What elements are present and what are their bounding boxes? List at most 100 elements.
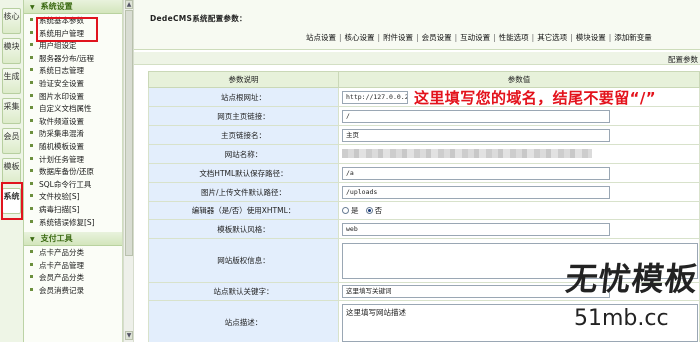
pay-menu-list: 点卡产品分类 点卡产品管理 会员产品分类会员消费记录	[24, 246, 122, 297]
config-tab[interactable]: 站点设置	[306, 33, 336, 42]
menu-item[interactable]: 点卡产品管理	[28, 260, 122, 273]
html-path-input[interactable]: /a	[342, 166, 610, 180]
config-tab[interactable]: 添加新变量	[614, 33, 652, 42]
upload-path-label: 图片/上传文件默认路径：	[148, 182, 339, 202]
description-label: 站点描述：	[148, 300, 339, 342]
bullet-icon	[28, 167, 36, 175]
editor-yes-label: 是	[351, 206, 359, 215]
menu-item[interactable]: 会员产品分类	[28, 272, 122, 285]
index-link-input[interactable]: /	[342, 109, 610, 123]
menu-scrollbar[interactable]: ▲ ▼	[123, 0, 134, 342]
config-tab[interactable]: 核心设置	[345, 33, 375, 42]
config-tab[interactable]: 性能选项	[499, 33, 529, 42]
scroll-thumb[interactable]	[125, 10, 133, 256]
upload-path-input[interactable]: /uploads	[342, 185, 610, 199]
vtab-generate[interactable]: 生成	[2, 68, 21, 94]
menu-item[interactable]: 会员消费记录	[28, 285, 122, 298]
powerby-label: 网站版权信息：	[148, 238, 339, 283]
config-tab[interactable]: 附件设置	[383, 33, 413, 42]
menu-item[interactable]: 计划任务管理	[28, 154, 122, 167]
site-name-blurred-value[interactable]	[342, 149, 592, 158]
highlight-box-system-tab	[1, 182, 23, 220]
menu-item-label: 会员产品分类	[39, 273, 84, 283]
config-label: 配置参数	[668, 55, 698, 64]
red-annotation-text: 这里填写您的域名，结尾不要留“/”	[414, 89, 656, 107]
editor-no-radio[interactable]	[365, 206, 373, 214]
base-url-input[interactable]: http://127.0.0.2	[342, 90, 408, 104]
scroll-down-icon[interactable]: ▼	[125, 331, 133, 340]
menu-item-label: 系统日志管理	[39, 66, 84, 76]
table-row: 编辑器（是/否）使用XHTML： 是 否	[148, 201, 700, 220]
bullet-icon	[28, 66, 36, 74]
column-header-param: 参数说明	[148, 71, 339, 88]
vtab-core[interactable]: 核心	[2, 8, 21, 34]
scroll-up-icon[interactable]: ▲	[125, 0, 133, 9]
menu-item[interactable]: 软件频道设置	[28, 116, 122, 129]
index-name-label: 主页链接名：	[148, 125, 339, 145]
menu-section-pay[interactable]: ▼ 支付工具	[24, 232, 122, 247]
left-menu: ▼ 系统设置 系统基本参数 系统用户管理 用户组设定 服务器分布/远程 系统日志管理 验证安…	[24, 0, 123, 342]
bullet-icon	[28, 41, 36, 49]
menu-item[interactable]: 点卡产品分类	[28, 247, 122, 260]
watermark-url: 51mb.cc	[574, 306, 669, 331]
highlight-box-basic-params	[36, 17, 98, 42]
tab-separator: |	[416, 33, 419, 42]
vtab-module[interactable]: 模块	[2, 38, 21, 64]
menu-item-label: 图片水印设置	[39, 91, 84, 101]
editor-no-label: 否	[374, 206, 383, 215]
vtab-member[interactable]: 会员	[2, 128, 21, 154]
bullet-icon	[28, 205, 36, 213]
watermark-logo: 无忧模板	[563, 260, 700, 298]
menu-item-label: 病毒扫描[S]	[39, 204, 80, 214]
style-input[interactable]: web	[342, 222, 610, 236]
menu-item-label: 验证安全设置	[39, 78, 84, 88]
bullet-icon	[28, 104, 36, 112]
bullet-icon	[28, 155, 36, 163]
menu-section-system[interactable]: ▼ 系统设置	[24, 0, 122, 14]
bullet-icon	[28, 261, 36, 269]
column-header-value: 参数值	[338, 71, 700, 88]
config-tab[interactable]: 其它选项	[537, 33, 567, 42]
bullet-icon	[28, 117, 36, 125]
bullet-icon	[28, 29, 36, 37]
page-title: DedeCMS系统配置参数：	[150, 14, 247, 23]
table-row: 网页主页链接： /	[148, 106, 700, 126]
menu-item[interactable]: 系统错误修复[S]	[28, 217, 122, 230]
tab-separator: |	[493, 33, 496, 42]
menu-item[interactable]: 随机模板设置	[28, 141, 122, 154]
config-tab[interactable]: 互动设置	[460, 33, 490, 42]
menu-item-label: SQL命令行工具	[39, 179, 92, 189]
config-tab[interactable]: 会员设置	[422, 33, 452, 42]
tab-separator: |	[570, 33, 573, 42]
menu-item[interactable]: 系统日志管理	[28, 65, 122, 78]
menu-item[interactable]: 服务器分布/远程	[28, 53, 122, 66]
vtab-template[interactable]: 模板	[2, 158, 21, 184]
keywords-label: 站点默认关键字：	[148, 282, 339, 301]
site-name-label: 网站名称：	[148, 144, 339, 164]
menu-item[interactable]: 图片水印设置	[28, 91, 122, 104]
index-name-input[interactable]: 主页	[342, 128, 610, 142]
menu-item[interactable]: 病毒扫描[S]	[28, 204, 122, 217]
menu-item[interactable]: SQL命令行工具	[28, 179, 122, 192]
bullet-icon	[28, 273, 36, 281]
collapse-arrow-icon: ▼	[30, 236, 35, 244]
menu-item-label: 文件校验[S]	[39, 192, 80, 202]
menu-section-title: 支付工具	[40, 234, 73, 244]
base-url-label: 站点根网址：	[148, 87, 339, 107]
vtab-collect[interactable]: 采集	[2, 98, 21, 124]
menu-item[interactable]: 验证安全设置	[28, 78, 122, 91]
index-link-label: 网页主页链接：	[148, 106, 339, 126]
menu-item-label: 自定义文档属性	[39, 104, 92, 114]
vertical-tab-strip: 核心 模块 生成 采集 会员 模板 系统	[0, 0, 24, 342]
editor-yes-radio[interactable]	[342, 206, 349, 214]
config-tab[interactable]: 模块设置	[576, 33, 606, 42]
menu-item[interactable]: 文件校验[S]	[28, 191, 122, 204]
tab-separator: |	[454, 33, 458, 42]
menu-item[interactable]: 用户组设定	[28, 40, 122, 53]
menu-item[interactable]: 数据库备份/还原	[28, 166, 122, 179]
menu-item[interactable]: 自定义文档属性	[28, 103, 122, 116]
bullet-icon	[28, 218, 36, 226]
table-row: 网站名称：	[148, 144, 700, 164]
menu-item[interactable]: 防采集串混淆	[28, 128, 122, 141]
bullet-icon	[28, 54, 36, 62]
